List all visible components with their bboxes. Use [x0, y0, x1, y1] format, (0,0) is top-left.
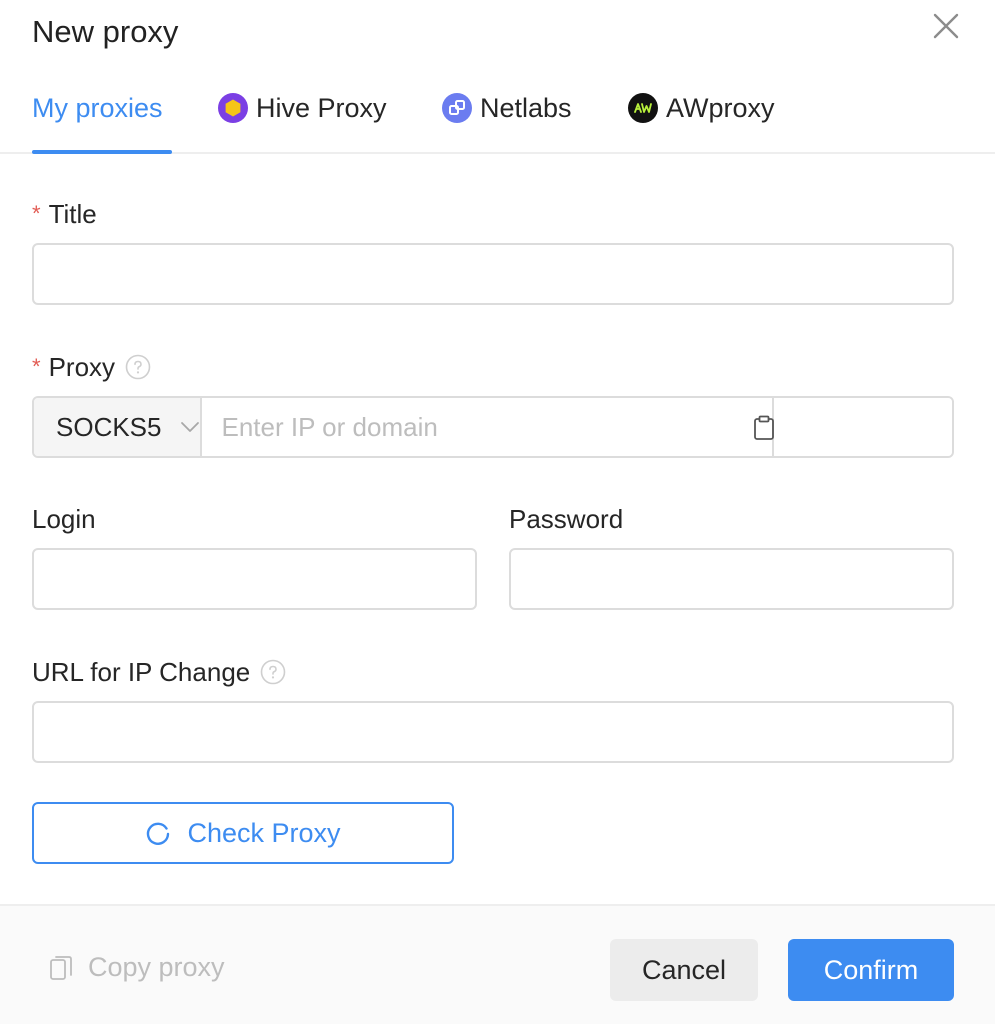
tab-hive-proxy[interactable]: Hive Proxy	[218, 88, 387, 128]
tab-label: Netlabs	[480, 92, 572, 123]
refresh-icon	[145, 820, 171, 846]
copy-proxy-button[interactable]: Copy proxy	[48, 952, 225, 983]
proxy-type-value: SOCKS5	[56, 411, 162, 442]
active-tab-indicator	[32, 150, 172, 154]
login-input[interactable]	[32, 548, 477, 610]
help-icon[interactable]	[125, 354, 151, 380]
proxy-type-select[interactable]: SOCKS5	[34, 398, 202, 456]
check-proxy-label: Check Proxy	[187, 817, 341, 848]
title-field-label: * Title	[32, 198, 97, 230]
chevron-down-icon	[180, 421, 200, 433]
awproxy-logo-icon	[628, 93, 658, 123]
password-input[interactable]	[509, 548, 954, 610]
proxy-field-label: * Proxy	[32, 351, 151, 383]
provider-tabs: My proxies Hive Proxy Netlabs AWproxy	[0, 70, 995, 154]
tab-label: AWproxy	[666, 92, 775, 123]
dialog-title: New proxy	[32, 14, 179, 49]
password-field-label: Password	[509, 504, 624, 534]
cancel-button[interactable]: Cancel	[610, 939, 758, 1001]
tab-netlabs[interactable]: Netlabs	[442, 88, 572, 128]
login-field-label: Login	[32, 504, 96, 534]
tab-label: My proxies	[32, 92, 163, 123]
title-input[interactable]	[32, 243, 954, 305]
close-icon	[933, 13, 959, 39]
required-mark: *	[32, 354, 41, 379]
clipboard-icon	[754, 415, 774, 440]
proxy-input-group: SOCKS5	[32, 396, 954, 458]
close-button[interactable]	[928, 8, 964, 44]
url-label-text: URL for IP Change	[32, 657, 251, 687]
title-label-text: Title	[48, 199, 97, 229]
proxy-host-input[interactable]	[201, 398, 774, 456]
tab-my-proxies[interactable]: My proxies	[32, 88, 163, 128]
tab-awproxy[interactable]: AWproxy	[628, 88, 775, 128]
help-icon[interactable]	[260, 659, 286, 685]
url-ip-change-input[interactable]	[32, 701, 954, 763]
check-proxy-button[interactable]: Check Proxy	[32, 802, 454, 864]
hive-proxy-logo-icon	[218, 93, 248, 123]
netlabs-logo-icon	[442, 93, 472, 123]
confirm-button[interactable]: Confirm	[788, 939, 954, 1001]
copy-proxy-label: Copy proxy	[88, 952, 225, 982]
tab-label: Hive Proxy	[256, 92, 387, 123]
proxy-port-input[interactable]	[773, 398, 952, 456]
paste-button[interactable]	[750, 414, 778, 442]
proxy-label-text: Proxy	[48, 352, 116, 382]
copy-icon	[48, 954, 74, 982]
new-proxy-dialog: New proxy My proxies Hive Proxy Netlabs …	[0, 0, 995, 1024]
dialog-footer: Copy proxy Cancel Confirm	[0, 904, 995, 1024]
url-field-label: URL for IP Change	[32, 656, 286, 688]
required-mark: *	[32, 201, 41, 226]
